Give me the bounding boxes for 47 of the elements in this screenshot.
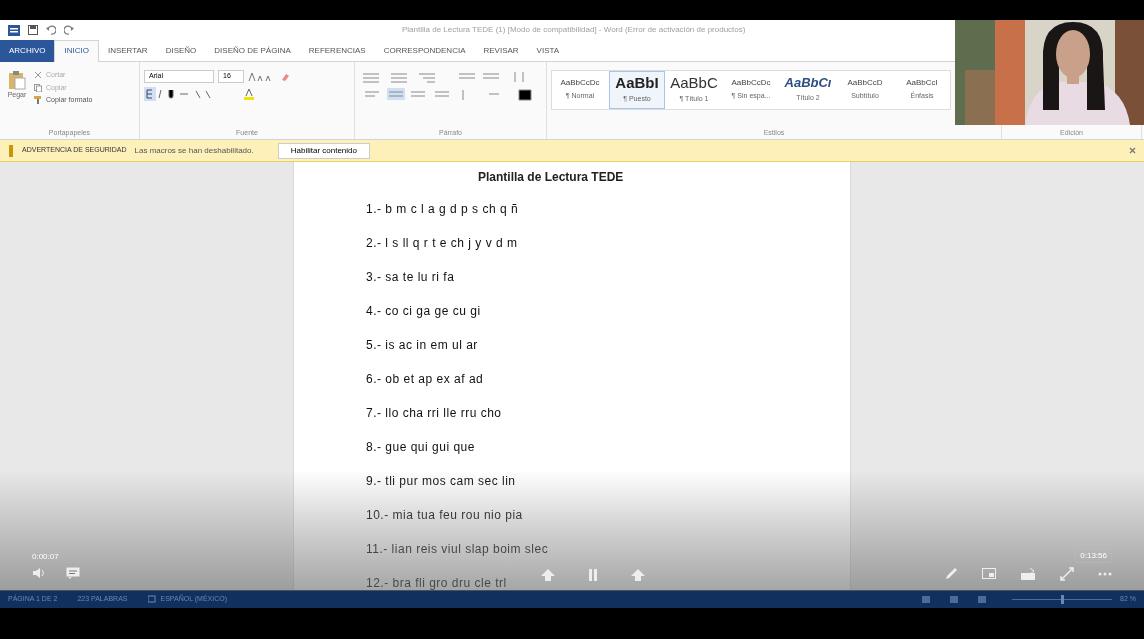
volume-icon[interactable] [32, 567, 46, 579]
pause-icon[interactable] [588, 569, 598, 581]
ribbon-tab[interactable]: REFERENCIAS [299, 39, 375, 62]
save-icon[interactable] [28, 25, 38, 35]
document-line: 5.- is ac in em ul ar [366, 337, 478, 354]
copy-icon [34, 83, 42, 92]
brush-icon [34, 96, 42, 105]
undo-icon[interactable] [46, 25, 56, 35]
proofing-icon [147, 595, 157, 603]
document-line: 2.- l s ll q r t e ch j y v d m [366, 235, 518, 252]
zoom-slider-thumb[interactable] [1060, 594, 1064, 604]
scissors-icon [34, 71, 42, 80]
document-line: 9.- tli pur mos cam sec lin [366, 473, 516, 490]
more-icon[interactable] [1098, 572, 1112, 576]
document-heading: Plantilla de Lectura TEDE [478, 169, 624, 186]
document-line: 10.- mia tua feu rou nio pia [366, 507, 523, 524]
clear-format-icon[interactable] [280, 71, 290, 82]
document-line: 1.- b m c l a g d p s ch q ñ [366, 201, 519, 218]
word-icon[interactable] [8, 24, 20, 36]
document-line: 11.- lian reis viul slap boim slec [366, 541, 549, 558]
ribbon-tab[interactable]: DISEÑO [156, 39, 206, 62]
expand-icon[interactable] [1060, 567, 1074, 581]
enable-content-button[interactable]: Habilitar contenido [277, 142, 370, 159]
window-title: Plantilla de Lectura TEDE (1) [Modo de compatibilidad] - Word (Error de activación de productos) [402, 24, 746, 36]
document-line: 6.- ob et ap ex af ad [366, 371, 484, 388]
ribbon-tab[interactable]: VISTA [527, 39, 569, 62]
security-warning-message: Las macros se han deshabilitado. [134, 144, 254, 157]
ribbon-tab[interactable]: CORRESPONDENCIA [374, 39, 475, 62]
close-icon[interactable] [1129, 147, 1136, 154]
ribbon-tab[interactable]: REVISAR [474, 39, 528, 62]
redo-icon[interactable] [64, 25, 74, 35]
ribbon-tab[interactable]: INICIO [54, 39, 99, 62]
pen-icon[interactable] [944, 567, 958, 581]
document-line: 8.- gue qui gui que [366, 439, 475, 456]
elapsed-time: 0:00:07 [32, 551, 60, 563]
document-line: 12.- bra fli gro dru cle trl [366, 575, 507, 590]
captions-icon[interactable] [66, 567, 80, 579]
warning-icon [8, 144, 14, 157]
document-line: 3.- sa te lu ri fa [366, 269, 455, 286]
ribbon-tab[interactable]: DISEÑO DE PÁGINA [205, 39, 300, 62]
document-line: 4.- co ci ga ge cu gi [366, 303, 481, 320]
zoom-slider[interactable] [1012, 594, 1113, 604]
document-line: 7.- llo cha rri lle rru cho [366, 405, 502, 422]
picture-in-picture-icon[interactable] [982, 568, 996, 580]
ribbon-tab[interactable]: INSERTAR [98, 39, 157, 62]
file-tab[interactable]: ARCHIVO [0, 39, 55, 62]
clipboard-icon [8, 70, 26, 90]
